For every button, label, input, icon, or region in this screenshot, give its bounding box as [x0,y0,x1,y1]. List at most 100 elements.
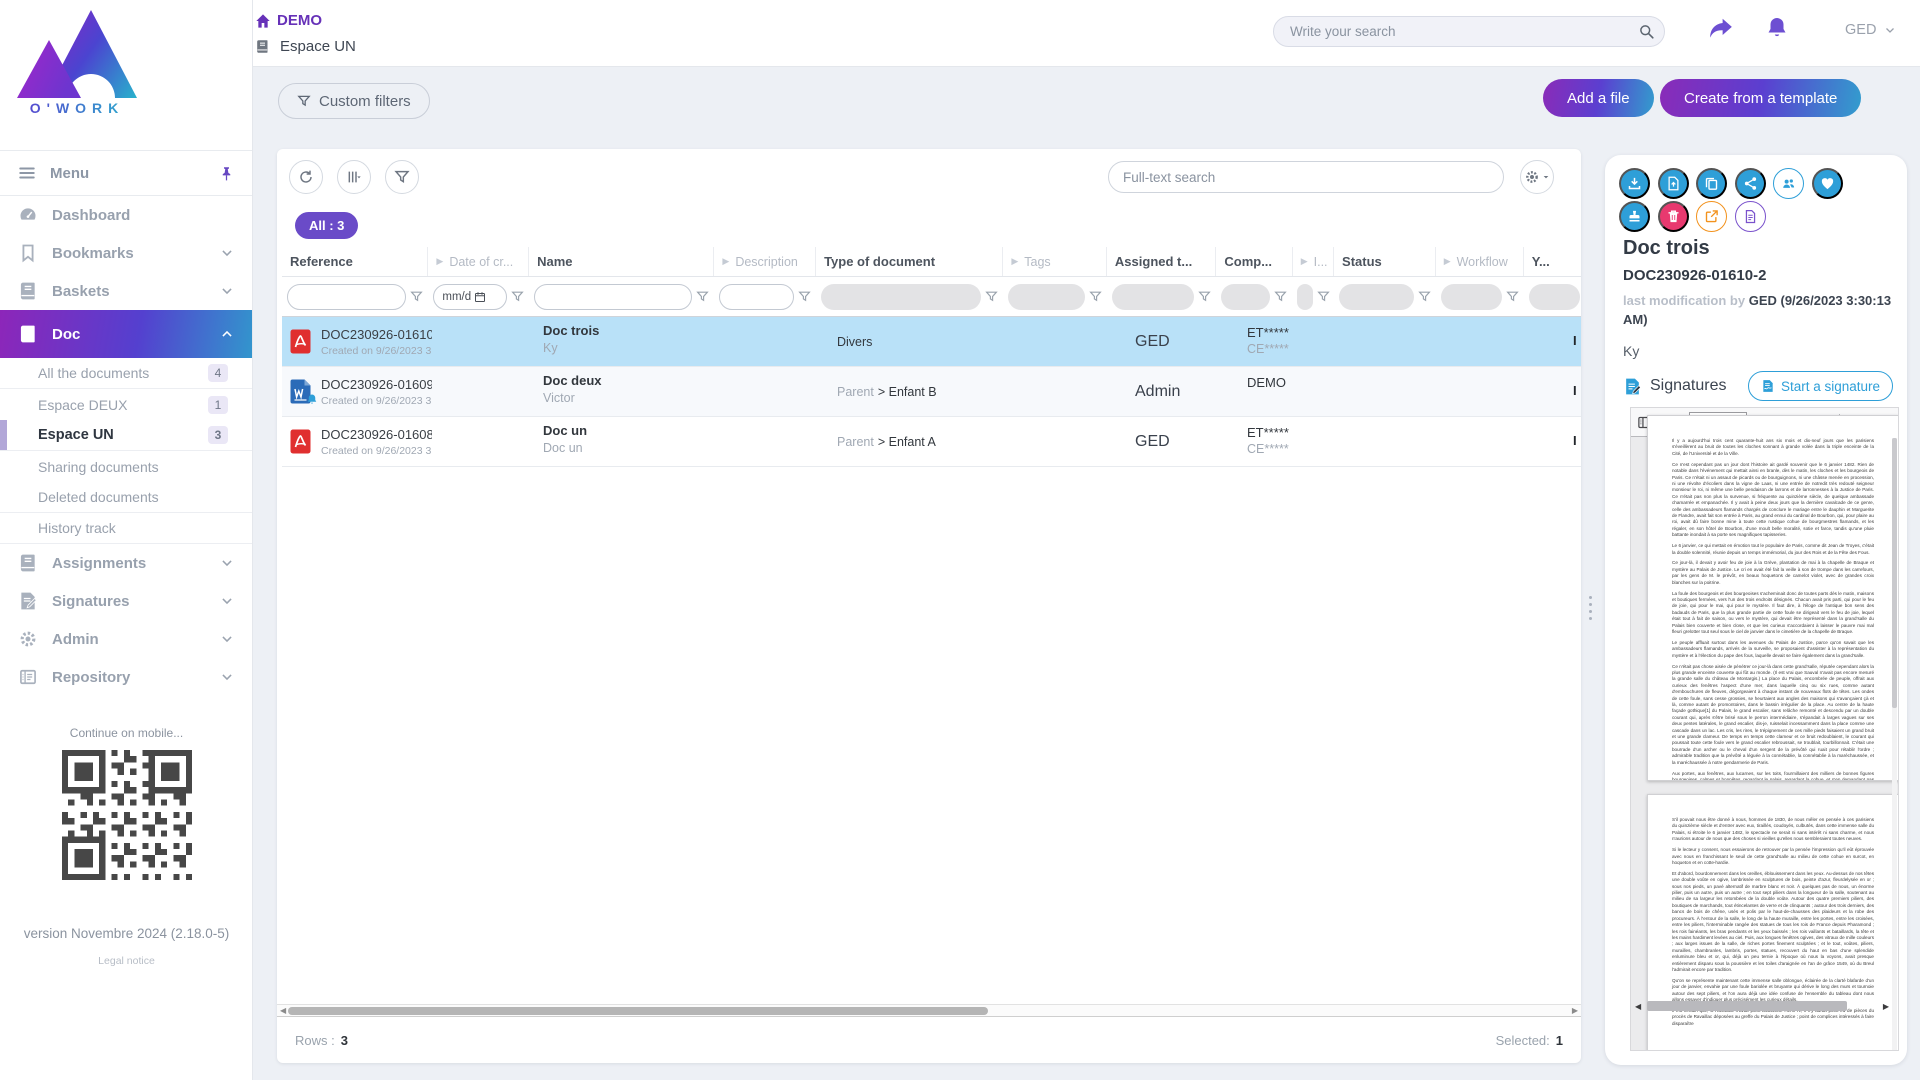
sidebar-subitem-deleted-documents[interactable]: Deleted documents [0,482,252,513]
pdf-file-icon [290,329,311,354]
create-from-template-button[interactable]: Create from a template [1660,79,1861,117]
user-menu[interactable]: GED [1845,22,1896,38]
sidebar-subitem-espace-un[interactable]: Espace UN3 [0,420,252,451]
sidebar-subitem-sharing-documents[interactable]: Sharing documents [0,451,252,482]
sidebar-item-admin[interactable]: Admin [0,620,252,658]
notifications-bell-icon[interactable] [1765,15,1789,41]
filter-button[interactable] [385,160,419,194]
sidebar-item-signatures[interactable]: Signatures [0,582,252,620]
sidebar-item-bookmarks[interactable]: Bookmarks [0,234,252,272]
custom-filters-button[interactable]: Custom filters [278,83,430,119]
row-assigned: GED [1135,433,1170,451]
column-header-i-[interactable]: ▶I... [1293,247,1334,276]
count-badge: 1 [208,396,228,414]
users-button[interactable] [1773,168,1804,199]
copy-button[interactable] [1696,168,1727,199]
pdf-vertical-scrollbar[interactable] [1892,438,1897,1050]
start-signature-button[interactable]: Start a signature [1748,371,1893,401]
pin-icon[interactable] [219,166,234,181]
row-company: DEMO [1247,375,1309,390]
open-external-button[interactable] [1696,201,1727,232]
funnel-icon[interactable] [798,290,811,303]
open-external-icon [1704,209,1719,224]
calendar-icon[interactable] [474,291,486,303]
column-header-description[interactable]: ▶Description [714,247,816,276]
row-company2: CE***** [1247,342,1309,356]
scroll-left-icon[interactable]: ◀ [280,1006,286,1015]
column-header-comp-[interactable]: Comp... [1216,247,1292,276]
sidebar-item-assignments[interactable]: Assignments [0,544,252,582]
funnel-icon[interactable] [511,290,524,303]
column-header-workflow[interactable]: ▶Workflow [1436,247,1524,276]
panel-resize-handle[interactable] [1589,596,1593,620]
funnel-icon[interactable] [696,290,709,303]
fulltext-search-input[interactable] [1123,170,1489,185]
breadcrumb-space[interactable]: Espace UN [255,38,356,55]
funnel-icon[interactable] [1274,290,1287,303]
sidebar-subitem-history-track[interactable]: History track [0,513,252,544]
share-icon[interactable] [1708,16,1734,42]
grid-settings-button[interactable] [1520,160,1554,194]
column-header-name[interactable]: Name [529,247,714,276]
row-type: > Enfant B [878,385,937,399]
pdf-file-icon [290,429,311,454]
column-header-y-[interactable]: Y... [1524,247,1581,276]
file-button[interactable] [1735,201,1766,232]
table-row-DOC230926-01610-2[interactable]: DOC230926-01610-2Created on 9/26/2023 3:… [282,317,1581,367]
heart-button[interactable] [1812,168,1843,199]
column-header-reference[interactable]: Reference [282,247,428,276]
funnel-icon[interactable] [1198,290,1211,303]
share-button[interactable] [1735,168,1766,199]
legal-notice-link[interactable]: Legal notice [0,955,253,967]
table-row-DOC230926-01609-0[interactable]: DOC230926-01609-0Created on 9/26/2023 3:… [282,367,1581,417]
funnel-icon[interactable] [1317,290,1330,303]
sidebar-subitem-espace-deux[interactable]: Espace DEUX1 [0,389,252,420]
sidebar-item-baskets[interactable]: Baskets [0,272,252,310]
filter-chip-all[interactable]: All : 3 [295,212,358,239]
signatures-label: Signatures [1650,377,1727,395]
sort-arrow-icon: ▶ [722,257,729,267]
pdf-scrollbar-thumb[interactable] [1647,1001,1847,1011]
row-name: Doc trois [543,323,717,338]
column-chooser-button[interactable] [337,160,371,194]
pdf-horizontal-scrollbar[interactable]: ◀ ▶ [1633,1000,1891,1013]
refresh-button[interactable] [289,160,323,194]
scroll-right-icon[interactable]: ▶ [1572,1006,1578,1015]
row-company: ET***** [1247,325,1309,340]
pdf-scroll-right-icon[interactable]: ▶ [1883,1002,1889,1011]
trash-button[interactable] [1658,201,1689,232]
search-icon[interactable] [1639,24,1654,39]
horizontal-scrollbar[interactable]: ◀ ▶ [277,1004,1581,1017]
add-file-button[interactable]: Add a file [1543,79,1654,117]
app-version: version Novembre 2024 (2.18.0-5) [0,926,253,941]
column-header-assigned-t-[interactable]: Assigned t... [1107,247,1216,276]
filter-input[interactable] [728,290,785,304]
copy-icon [1704,176,1719,191]
funnel-icon[interactable] [1418,290,1431,303]
pdf-scroll-left-icon[interactable]: ◀ [1635,1002,1641,1011]
column-header-tags[interactable]: ▶Tags [1003,247,1107,276]
sidebar-item-dashboard[interactable]: Dashboard [0,196,252,234]
funnel-icon[interactable] [1506,290,1519,303]
funnel-icon[interactable] [410,290,423,303]
breadcrumb-root[interactable]: DEMO [255,12,322,29]
column-header-status[interactable]: Status [1334,247,1436,276]
file-upload-button[interactable] [1658,168,1689,199]
menu-toggle[interactable]: Menu [0,150,252,196]
funnel-icon[interactable] [985,290,998,303]
fulltext-search [1108,161,1504,193]
scrollbar-thumb[interactable] [288,1007,988,1015]
download-button[interactable] [1619,168,1650,199]
filter-input[interactable] [543,290,683,304]
sidebar-item-repository[interactable]: Repository [0,658,252,696]
column-header-date-of-cr-[interactable]: ▶Date of cr... [428,247,529,276]
global-search-input[interactable] [1290,24,1639,39]
sidebar-subitem-all-the-documents[interactable]: All the documents4 [0,358,252,389]
stamp-button[interactable] [1619,201,1650,232]
table-row-DOC230926-01608-0[interactable]: DOC230926-01608-0Created on 9/26/2023 3:… [282,417,1581,467]
hamburger-icon[interactable] [18,164,36,182]
column-header-type-of-document[interactable]: Type of document [816,247,1003,276]
sidebar-item-doc[interactable]: Doc [0,310,252,358]
funnel-icon[interactable] [1089,290,1102,303]
filter-input[interactable] [296,290,397,304]
